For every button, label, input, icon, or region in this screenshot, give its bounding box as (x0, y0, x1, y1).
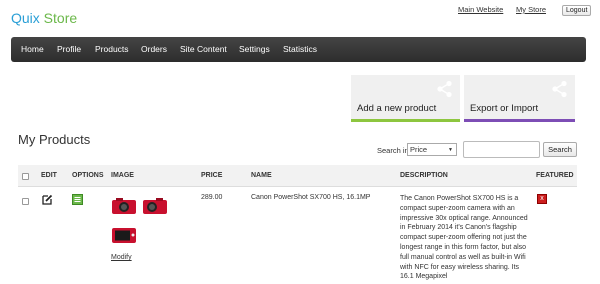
share-icon (552, 80, 567, 98)
product-name[interactable]: Canon PowerShot SX700 HS, 16.1MP (251, 194, 370, 201)
col-edit: EDIT (41, 172, 57, 179)
logo-store: Store (39, 10, 78, 26)
modify-images-link[interactable]: Modify (111, 254, 132, 261)
main-navbar: Home Profile Products Orders Site Conten… (11, 37, 586, 62)
main-website-link[interactable]: Main Website (458, 5, 503, 14)
row-checkbox[interactable] (22, 198, 29, 205)
col-description: DESCRIPTION (400, 172, 448, 179)
add-product-tile[interactable]: Add a new product (351, 75, 460, 122)
search-button[interactable]: Search (543, 142, 577, 157)
search-field-select[interactable]: Price ▼ (407, 143, 457, 156)
featured-x-icon[interactable]: x (537, 194, 547, 204)
dropdown-caret-icon: ▼ (448, 146, 453, 153)
search-field-value: Price (410, 145, 428, 154)
my-store-link[interactable]: My Store (516, 5, 546, 14)
export-import-tile[interactable]: Export or Import (464, 75, 575, 122)
nav-settings[interactable]: Settings (239, 37, 270, 62)
product-image-back[interactable] (111, 226, 137, 244)
logo-quix: Quix (11, 10, 40, 26)
store-logo[interactable]: Quix Store (11, 10, 77, 26)
nav-orders[interactable]: Orders (141, 37, 167, 62)
product-price: 289.00 (201, 194, 223, 201)
options-icon[interactable] (72, 194, 83, 205)
share-icon (437, 80, 452, 98)
logout-button[interactable]: Logout (562, 5, 592, 16)
col-featured: FEATURED (536, 172, 574, 179)
col-image: IMAGE (111, 172, 134, 179)
product-description: The Canon PowerShot SX700 HS is a compac… (400, 195, 528, 281)
product-image-front[interactable] (111, 197, 137, 215)
table-header: EDIT OPTIONS IMAGE PRICE NAME DESCRIPTIO… (18, 165, 577, 187)
col-name: NAME (251, 172, 272, 179)
export-import-label: Export or Import (470, 103, 539, 114)
search-in-label: Search in (377, 146, 409, 155)
select-all-checkbox[interactable] (22, 173, 29, 180)
nav-statistics[interactable]: Statistics (283, 37, 317, 62)
nav-site-content[interactable]: Site Content (180, 37, 227, 62)
add-product-label: Add a new product (357, 103, 437, 114)
nav-products[interactable]: Products (95, 37, 129, 62)
search-input[interactable] (463, 141, 540, 158)
nav-profile[interactable]: Profile (57, 37, 81, 62)
edit-icon[interactable] (42, 194, 53, 205)
product-image-angle[interactable] (142, 197, 168, 215)
col-price: PRICE (201, 172, 223, 179)
nav-home[interactable]: Home (21, 37, 44, 62)
page-title: My Products (18, 132, 91, 147)
col-options: OPTIONS (72, 172, 104, 179)
